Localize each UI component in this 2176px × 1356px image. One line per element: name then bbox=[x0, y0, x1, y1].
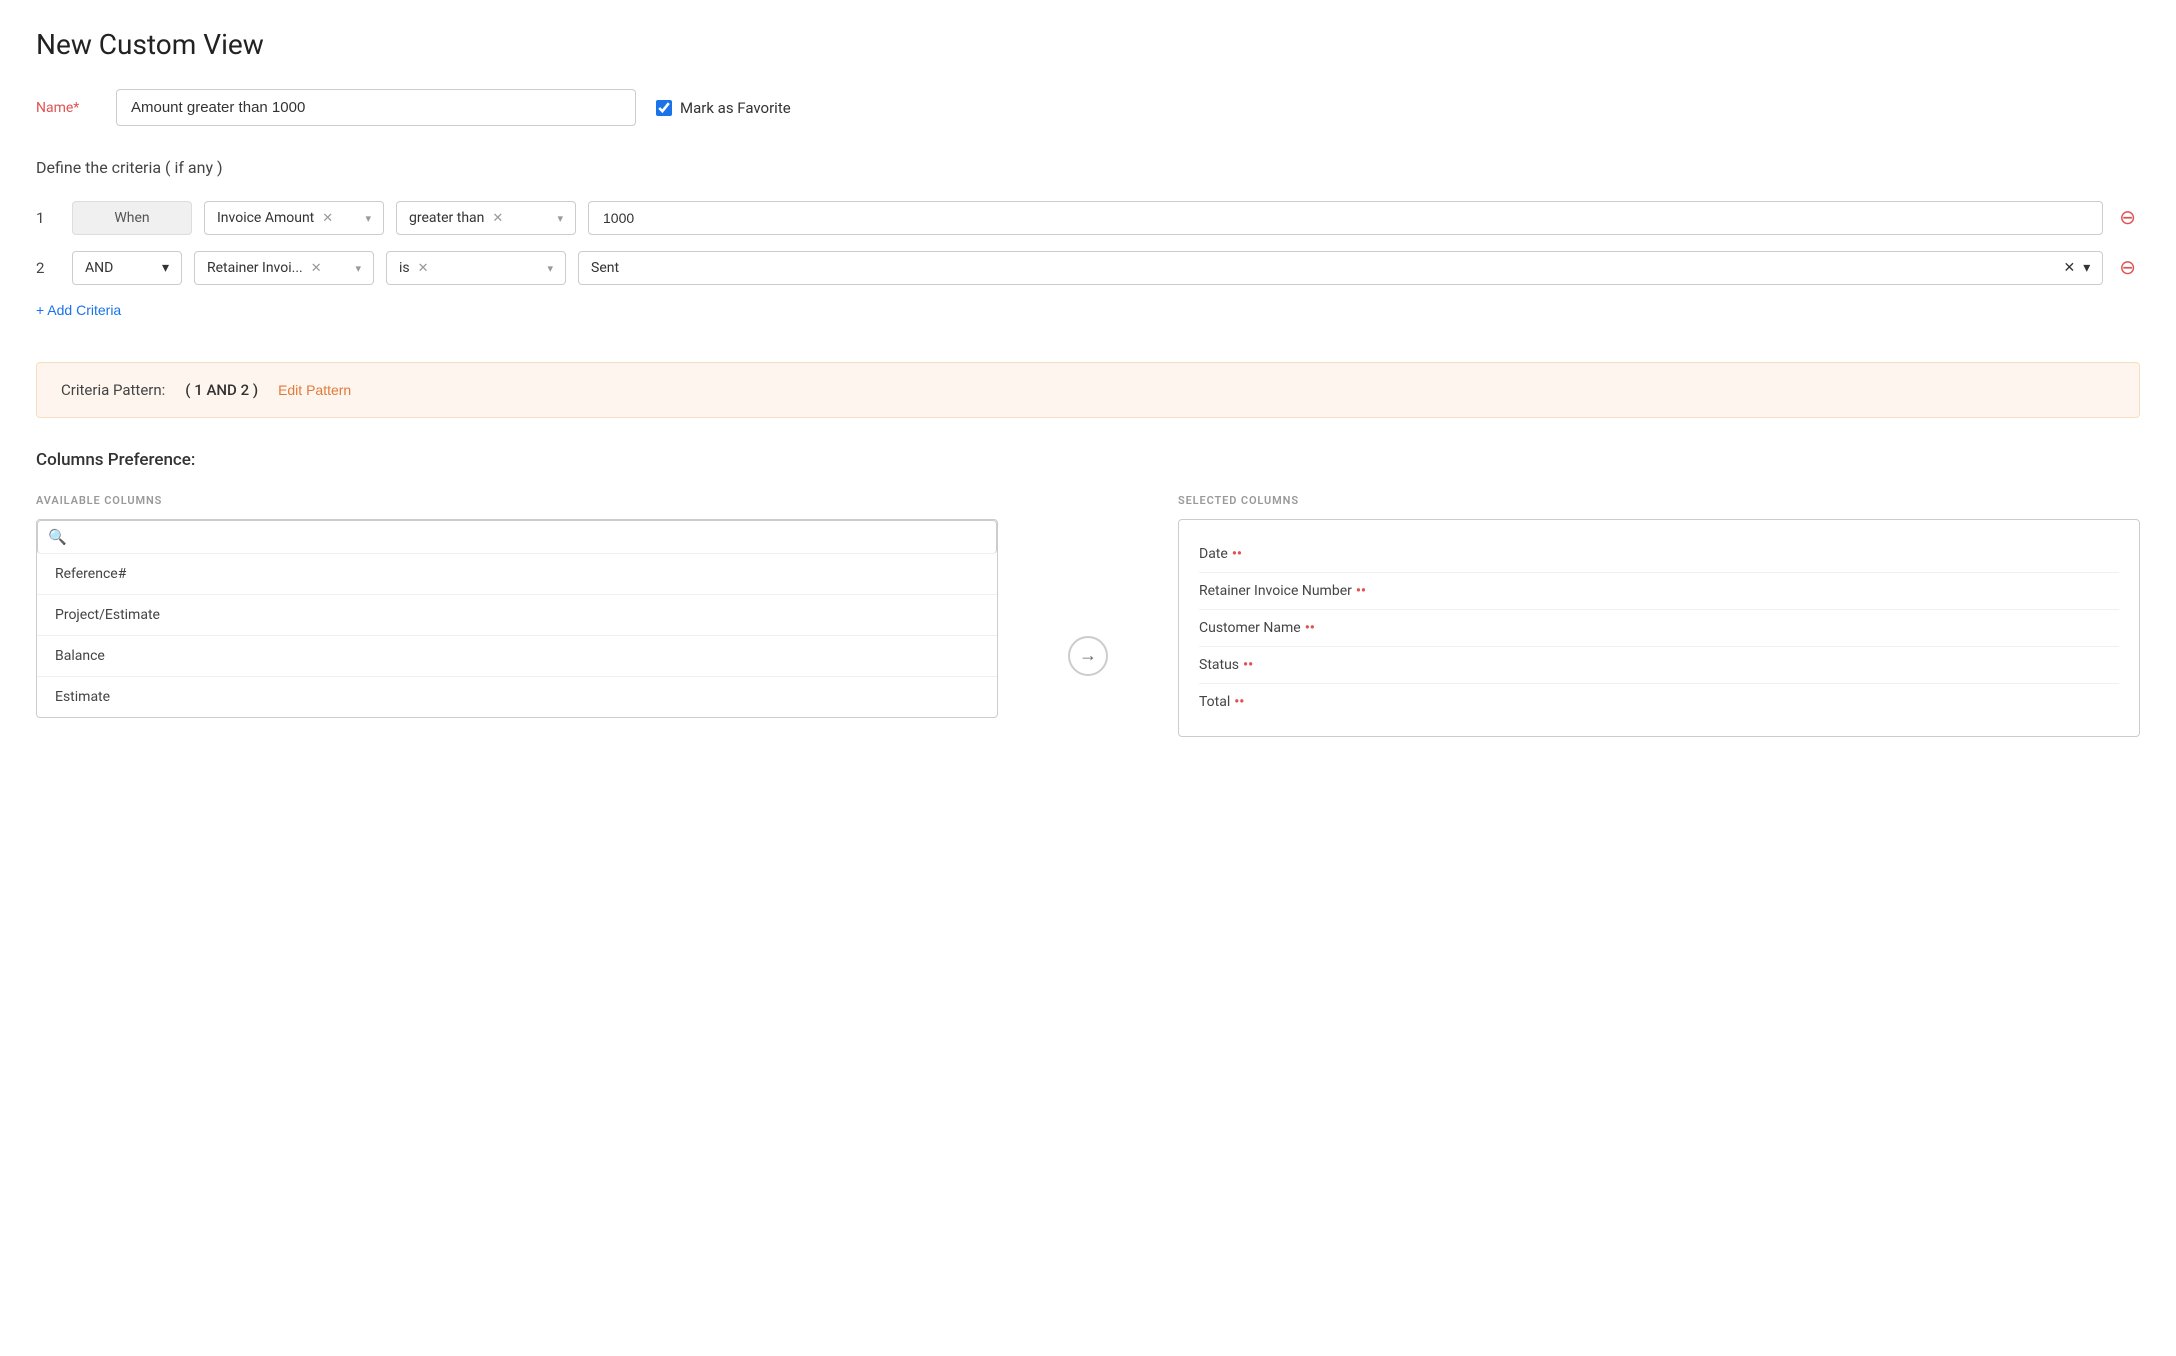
selected-columns-title: SELECTED COLUMNS bbox=[1178, 494, 2140, 507]
field-select-2[interactable]: Retainer Invoi... ✕ ▾ bbox=[194, 251, 374, 285]
columns-title: Columns Preference: bbox=[36, 450, 2140, 470]
page-title: New Custom View bbox=[36, 28, 2140, 61]
criteria-title: Define the criteria ( if any ) bbox=[36, 158, 2140, 177]
available-item-estimate[interactable]: Estimate bbox=[37, 677, 997, 717]
available-item-balance[interactable]: Balance bbox=[37, 636, 997, 677]
available-columns-title: AVAILABLE COLUMNS bbox=[36, 494, 998, 507]
and-select-2[interactable]: AND ▾ bbox=[72, 251, 182, 285]
move-to-selected-button[interactable]: → bbox=[1068, 636, 1108, 676]
selected-item-status: Status •• bbox=[1199, 647, 2119, 684]
available-item-project[interactable]: Project/Estimate bbox=[37, 595, 997, 636]
criteria-when-1: When bbox=[72, 201, 192, 235]
search-icon: 🔍 bbox=[48, 528, 67, 546]
field-select-1[interactable]: Invoice Amount ✕ ▾ bbox=[204, 201, 384, 235]
selected-item-total-label: Total bbox=[1199, 694, 1230, 710]
selected-item-status-label: Status bbox=[1199, 657, 1239, 673]
selected-item-customer-required: •• bbox=[1305, 620, 1315, 636]
selected-list: Date •• Retainer Invoice Number •• Custo… bbox=[1178, 519, 2140, 737]
criteria-pattern-bar: Criteria Pattern: ( 1 AND 2 ) Edit Patte… bbox=[36, 362, 2140, 418]
field-chevron-1: ▾ bbox=[365, 212, 371, 225]
columns-section: Columns Preference: AVAILABLE COLUMNS 🔍 … bbox=[36, 450, 2140, 737]
criteria-row-2: 2 AND ▾ Retainer Invoi... ✕ ▾ is ✕ ▾ Sen… bbox=[36, 251, 2140, 285]
selected-item-retainer-required: •• bbox=[1356, 583, 1366, 599]
and-value-2: AND bbox=[85, 260, 113, 276]
value-clear-2[interactable]: ✕ bbox=[2063, 260, 2075, 276]
condition-clear-1[interactable]: ✕ bbox=[492, 211, 503, 226]
selected-item-status-required: •• bbox=[1243, 657, 1253, 673]
name-input[interactable] bbox=[116, 89, 636, 126]
value-text-2: Sent bbox=[591, 260, 619, 276]
selected-columns-section: SELECTED COLUMNS Date •• Retainer Invoic… bbox=[1178, 494, 2140, 737]
columns-layout: AVAILABLE COLUMNS 🔍 Reference# Project/E… bbox=[36, 494, 2140, 737]
field-value-2: Retainer Invoi... bbox=[207, 260, 303, 276]
arrow-icon: → bbox=[1079, 645, 1097, 666]
selected-item-customer-name: Customer Name •• bbox=[1199, 610, 2119, 647]
edit-pattern-button[interactable]: Edit Pattern bbox=[278, 382, 351, 398]
selected-item-retainer-invoice-number: Retainer Invoice Number •• bbox=[1199, 573, 2119, 610]
condition-select-2[interactable]: is ✕ ▾ bbox=[386, 251, 566, 285]
favorite-label: Mark as Favorite bbox=[680, 99, 791, 117]
amount-input-1[interactable] bbox=[588, 201, 2103, 235]
criteria-num-2: 2 bbox=[36, 259, 60, 277]
remove-criteria-2[interactable]: ⊖ bbox=[2115, 258, 2140, 278]
condition-chevron-2: ▾ bbox=[547, 262, 553, 275]
mark-favorite-checkbox[interactable] bbox=[656, 100, 672, 116]
value-chevron-2: ▾ bbox=[2083, 260, 2090, 276]
available-search-input[interactable] bbox=[75, 529, 986, 545]
condition-clear-2[interactable]: ✕ bbox=[418, 261, 429, 276]
available-columns-section: AVAILABLE COLUMNS 🔍 Reference# Project/E… bbox=[36, 494, 998, 718]
field-clear-2[interactable]: ✕ bbox=[311, 261, 322, 276]
field-clear-1[interactable]: ✕ bbox=[322, 211, 333, 226]
selected-item-retainer-label: Retainer Invoice Number bbox=[1199, 583, 1352, 599]
value-select-2[interactable]: Sent ✕ ▾ bbox=[578, 251, 2103, 285]
condition-select-1[interactable]: greater than ✕ ▾ bbox=[396, 201, 576, 235]
favorite-row: Mark as Favorite bbox=[656, 99, 791, 117]
name-row: Name* Mark as Favorite bbox=[36, 89, 2140, 126]
remove-criteria-1[interactable]: ⊖ bbox=[2115, 208, 2140, 228]
arrow-circle[interactable]: → bbox=[1068, 636, 1108, 676]
selected-item-date-required: •• bbox=[1232, 546, 1242, 562]
available-item-reference[interactable]: Reference# bbox=[37, 554, 997, 595]
selected-item-date-label: Date bbox=[1199, 546, 1228, 562]
criteria-row-1: 1 When Invoice Amount ✕ ▾ greater than ✕… bbox=[36, 201, 2140, 235]
condition-value-2: is bbox=[399, 260, 410, 276]
selected-item-total: Total •• bbox=[1199, 684, 2119, 720]
criteria-num-1: 1 bbox=[36, 209, 60, 227]
selected-item-date: Date •• bbox=[1199, 536, 2119, 573]
criteria-pattern-label: Criteria Pattern: bbox=[61, 381, 165, 399]
name-label: Name* bbox=[36, 100, 96, 116]
selected-item-total-required: •• bbox=[1234, 694, 1244, 710]
field-value-1: Invoice Amount bbox=[217, 210, 314, 226]
condition-value-1: greater than bbox=[409, 210, 484, 226]
field-chevron-2: ▾ bbox=[355, 262, 361, 275]
available-list: 🔍 Reference# Project/Estimate Balance Es… bbox=[36, 519, 998, 718]
add-criteria-button[interactable]: + Add Criteria bbox=[36, 302, 121, 318]
criteria-section: Define the criteria ( if any ) 1 When In… bbox=[36, 158, 2140, 342]
criteria-pattern-value: ( 1 AND 2 ) bbox=[185, 381, 258, 399]
and-chevron-2: ▾ bbox=[162, 260, 169, 276]
available-search-box: 🔍 bbox=[37, 520, 997, 554]
condition-chevron-1: ▾ bbox=[557, 212, 563, 225]
selected-item-customer-label: Customer Name bbox=[1199, 620, 1301, 636]
